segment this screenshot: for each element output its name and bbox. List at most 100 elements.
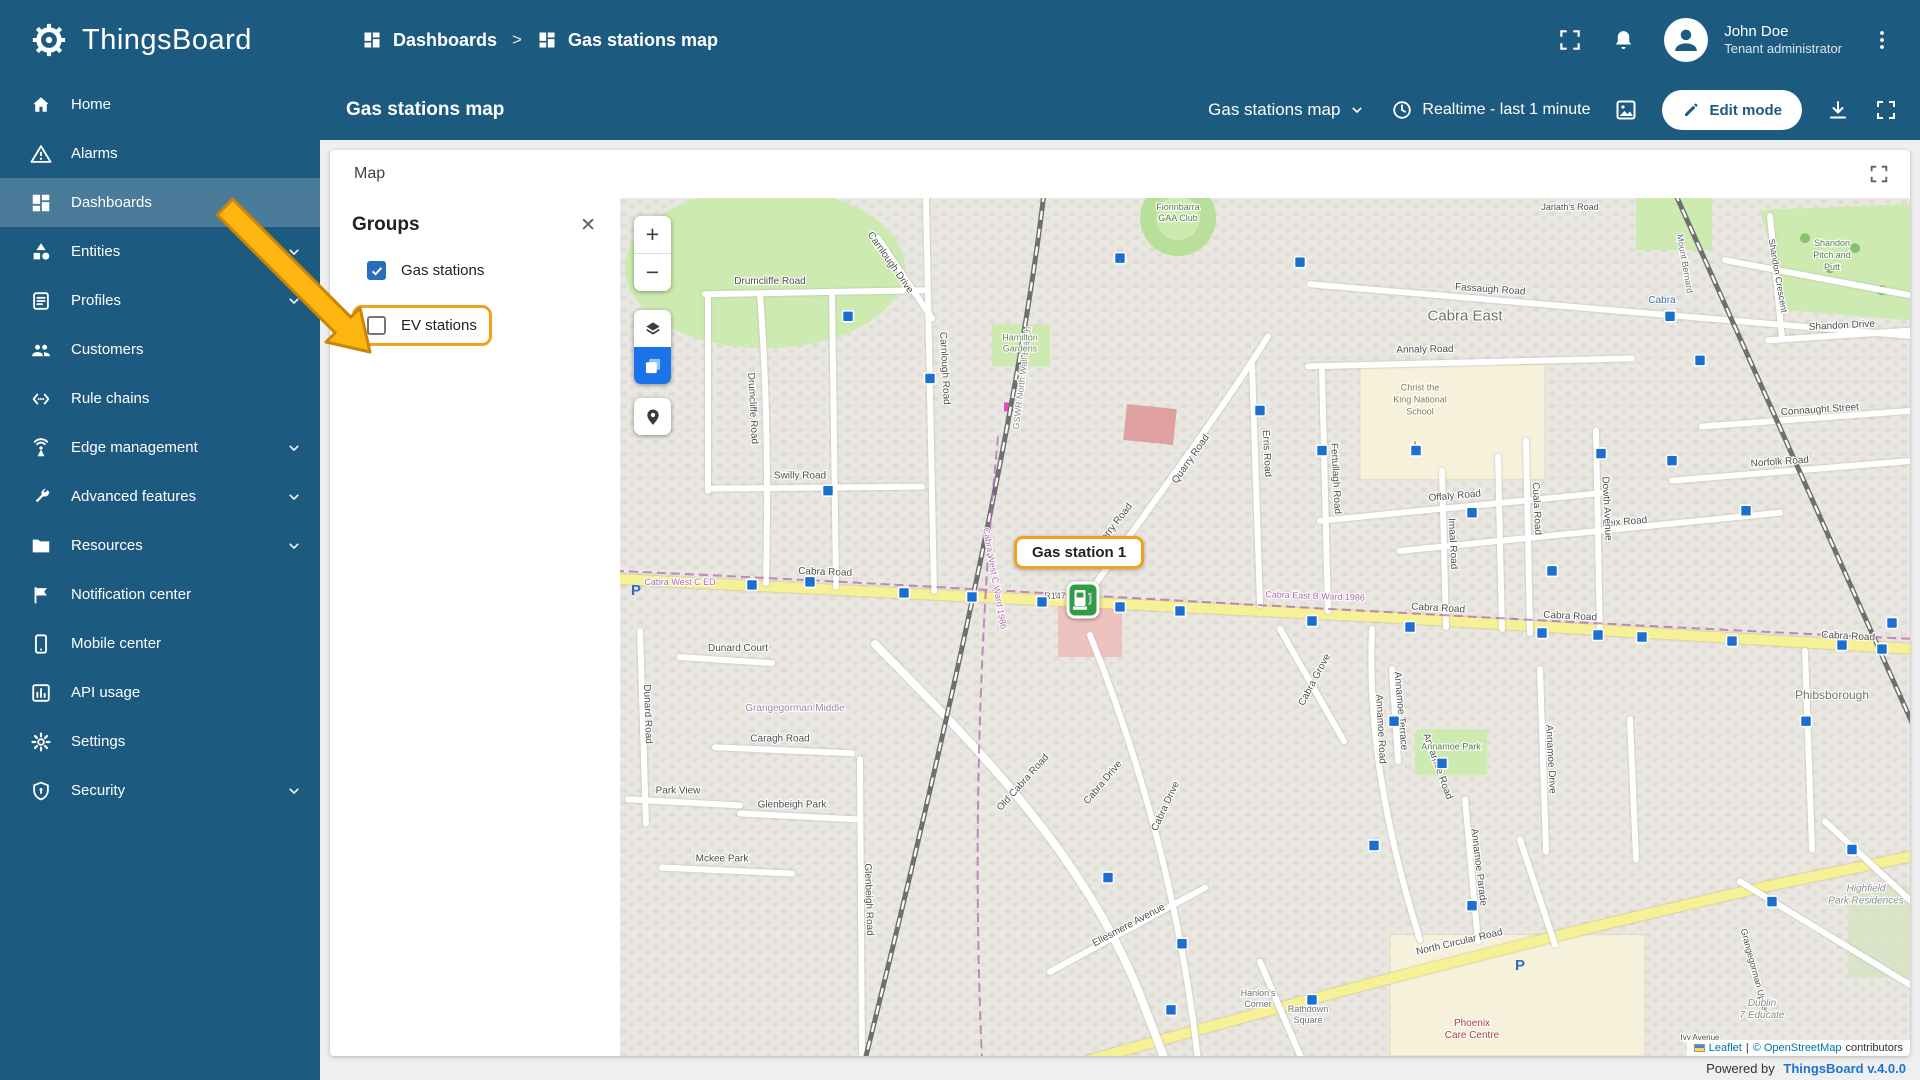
map-entity-marker[interactable] bbox=[1387, 714, 1401, 728]
map-entity-marker[interactable] bbox=[803, 575, 817, 589]
osm-link[interactable]: © OpenStreetMap bbox=[1753, 1042, 1842, 1054]
api-icon bbox=[30, 682, 52, 704]
map-entity-marker[interactable] bbox=[1164, 1003, 1178, 1017]
expand-dashboard-button[interactable] bbox=[1874, 98, 1898, 122]
map-entity-marker[interactable] bbox=[1113, 600, 1127, 614]
map-entity-marker[interactable] bbox=[1845, 843, 1859, 856]
map-entity-marker[interactable] bbox=[1765, 895, 1779, 908]
map-label: Swilly Road bbox=[774, 471, 826, 482]
map-entity-marker[interactable] bbox=[965, 590, 979, 604]
notifications-bell-button[interactable] bbox=[1611, 28, 1636, 53]
app-logo[interactable]: ThingsBoard bbox=[0, 21, 320, 59]
map-entity-marker[interactable] bbox=[1315, 444, 1329, 457]
map-entity-marker[interactable] bbox=[1535, 626, 1549, 640]
map-entity-marker[interactable] bbox=[1253, 404, 1267, 417]
edit-mode-button[interactable]: Edit mode bbox=[1662, 90, 1802, 130]
marker-tooltip[interactable]: Gas station 1 bbox=[1014, 536, 1145, 569]
map-entity-marker[interactable] bbox=[1799, 714, 1813, 728]
map-entity-marker[interactable] bbox=[1175, 937, 1189, 951]
map-entity-marker[interactable] bbox=[1305, 993, 1319, 1007]
map-entity-marker[interactable] bbox=[1835, 638, 1849, 652]
close-groups-button[interactable]: ✕ bbox=[580, 216, 596, 235]
sidebar-item-rule-chains[interactable]: Rule chains bbox=[0, 374, 320, 423]
map-entity-marker[interactable] bbox=[1739, 504, 1753, 518]
sidebar-item-home[interactable]: Home bbox=[0, 80, 320, 129]
map-entity-marker[interactable] bbox=[1725, 634, 1739, 648]
map-entity-marker[interactable] bbox=[1435, 757, 1449, 770]
map-entity-marker[interactable] bbox=[1305, 614, 1319, 628]
download-button[interactable] bbox=[1826, 98, 1850, 122]
gas-station-marker[interactable] bbox=[1066, 581, 1100, 624]
map-entity-marker[interactable] bbox=[1594, 447, 1608, 460]
sidebar-item-entities[interactable]: Entities bbox=[0, 227, 320, 276]
sidebar-item-resources[interactable]: Resources bbox=[0, 521, 320, 570]
zoom-out-button[interactable]: − bbox=[634, 254, 671, 291]
map-entity-marker[interactable] bbox=[1035, 595, 1049, 609]
user-info[interactable]: John Doe Tenant administrator bbox=[1724, 23, 1842, 58]
zoom-in-button[interactable]: + bbox=[634, 216, 671, 253]
sidebar-item-alarms[interactable]: Alarms bbox=[0, 129, 320, 178]
sidebar-item-settings[interactable]: Settings bbox=[0, 717, 320, 766]
sidebar-item-security[interactable]: Security bbox=[0, 766, 320, 815]
sidebar-item-customers[interactable]: Customers bbox=[0, 325, 320, 374]
map-entity-marker[interactable] bbox=[1367, 839, 1381, 852]
locate-button[interactable] bbox=[634, 398, 671, 435]
map-entity-marker[interactable] bbox=[1591, 628, 1605, 642]
timewindow-button[interactable]: Realtime - last 1 minute bbox=[1391, 99, 1590, 121]
map-entity-marker[interactable] bbox=[1693, 354, 1707, 367]
chevron-down-icon bbox=[1347, 100, 1367, 120]
map-type-button[interactable] bbox=[634, 347, 671, 384]
sidebar-item-mobile-center[interactable]: Mobile center bbox=[0, 619, 320, 668]
breadcrumb-current[interactable]: Gas stations map bbox=[568, 30, 718, 51]
fullscreen-button[interactable] bbox=[1557, 27, 1583, 53]
image-export-button[interactable] bbox=[1614, 98, 1638, 122]
dashboard-state-label: Gas stations map bbox=[1208, 100, 1341, 119]
map-entity-marker[interactable] bbox=[1663, 309, 1677, 323]
map[interactable]: Drumcliffe Road Drumcliffe Road Swilly Roa… bbox=[620, 198, 1910, 1056]
map-label: Square bbox=[1294, 1015, 1323, 1025]
map-entity-marker[interactable] bbox=[841, 309, 855, 323]
sidebar-item-advanced-features[interactable]: Advanced features bbox=[0, 472, 320, 521]
sidebar-item-edge-management[interactable]: Edge management bbox=[0, 423, 320, 472]
map-entity-marker[interactable] bbox=[1403, 620, 1417, 634]
map-entity-marker[interactable] bbox=[1465, 899, 1479, 912]
group-row-ev-stations[interactable]: EV stations bbox=[352, 305, 492, 346]
version-link[interactable]: ThingsBoard v.4.0.0 bbox=[1783, 1061, 1906, 1076]
map-entity-marker[interactable] bbox=[1875, 642, 1889, 656]
map-entity-marker[interactable] bbox=[923, 372, 937, 385]
leaflet-link[interactable]: Leaflet bbox=[1709, 1042, 1742, 1054]
gas-stations-checkbox[interactable] bbox=[367, 261, 386, 280]
avatar[interactable] bbox=[1664, 18, 1709, 62]
kebab-menu-button[interactable] bbox=[1870, 28, 1894, 52]
map-entity-marker[interactable] bbox=[1173, 604, 1187, 618]
map-entity-marker[interactable] bbox=[1101, 871, 1115, 884]
map-entity-marker[interactable] bbox=[1409, 444, 1423, 457]
sidebar-item-profiles[interactable]: Profiles bbox=[0, 276, 320, 325]
map-entity-marker[interactable] bbox=[1635, 630, 1649, 644]
map-entity-marker[interactable] bbox=[1665, 454, 1679, 467]
map-label: Mckee Park bbox=[696, 854, 750, 865]
profiles-icon bbox=[30, 290, 52, 312]
leaflet-flag-icon bbox=[1693, 1044, 1705, 1052]
ev-stations-checkbox[interactable] bbox=[367, 316, 386, 335]
group-row-gas-stations[interactable]: Gas stations bbox=[352, 250, 499, 291]
breadcrumb-dashboards[interactable]: Dashboards bbox=[393, 30, 497, 51]
widget-fullscreen-button[interactable] bbox=[1868, 163, 1890, 185]
map-entity-marker[interactable] bbox=[745, 578, 759, 592]
dashboard-state-select[interactable]: Gas stations map bbox=[1208, 100, 1367, 120]
map-entity-marker[interactable] bbox=[821, 484, 835, 497]
map-entity-marker[interactable] bbox=[1293, 255, 1307, 269]
map-layers-button[interactable] bbox=[634, 310, 671, 347]
sidebar-item-notification-center[interactable]: Notification center bbox=[0, 570, 320, 619]
user-name: John Doe bbox=[1724, 22, 1789, 40]
map-label: Annaly Road bbox=[1396, 344, 1453, 356]
map-entity-marker[interactable] bbox=[1885, 616, 1899, 630]
sidebar-item-api-usage[interactable]: API usage bbox=[0, 668, 320, 717]
map-label: Park View bbox=[656, 785, 702, 796]
map-entity-marker[interactable] bbox=[1465, 506, 1479, 520]
entities-icon bbox=[30, 241, 52, 263]
map-entity-marker[interactable] bbox=[897, 586, 911, 600]
sidebar-item-dashboards[interactable]: Dashboards bbox=[0, 178, 320, 227]
map-entity-marker[interactable] bbox=[1113, 251, 1127, 265]
map-entity-marker[interactable] bbox=[1545, 564, 1559, 578]
